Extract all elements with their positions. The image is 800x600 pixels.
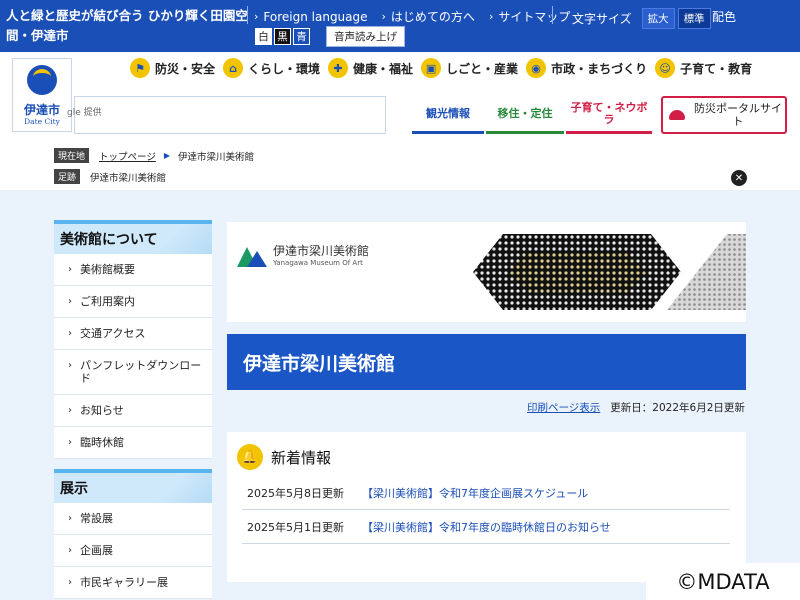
- footprint-item[interactable]: 伊達市梁川美術館: [90, 170, 166, 184]
- sidebar-item-special[interactable]: › 企画展: [54, 535, 212, 567]
- breadcrumb-area: 現在地 トップページ ▶ 伊達市梁川美術館 足跡 伊達市梁川美術館 ✕: [0, 142, 800, 190]
- flag-icon: ⚑: [130, 58, 150, 78]
- search-input[interactable]: [75, 97, 385, 133]
- page-title: 伊達市梁川美術館: [227, 334, 746, 390]
- chevron-right-icon: ›: [68, 264, 72, 275]
- divider: [247, 6, 248, 24]
- health-icon: ✚: [328, 58, 349, 78]
- page-meta: 印刷ページ表示 更新日：2022年6月2日更新: [527, 400, 745, 415]
- font-size-label: 文字サイズ: [572, 12, 632, 26]
- news-title: 新着情報: [271, 448, 332, 467]
- sidebar-item-pamphlet[interactable]: › パンフレットダウンロード: [54, 350, 212, 395]
- color-black-button[interactable]: 黒: [274, 28, 291, 45]
- text-to-speech-button[interactable]: 音声読み上げ: [326, 26, 405, 47]
- relocation-link[interactable]: 移住・定住: [486, 96, 564, 134]
- font-size-control: 文字サイズ 拡大 標準: [572, 8, 711, 29]
- sidebar-item-overview[interactable]: › 美術館概要: [54, 254, 212, 286]
- footprint-tag: 足跡: [54, 169, 81, 184]
- breadcrumb: 現在地 トップページ ▶ 伊達市梁川美術館: [54, 148, 254, 163]
- child-icon: ☺: [655, 58, 676, 78]
- chevron-right-icon: ›: [381, 10, 386, 23]
- sidebar-item-permanent[interactable]: › 常設展: [54, 503, 212, 535]
- chevron-right-icon: ›: [68, 405, 72, 416]
- close-icon[interactable]: ✕: [731, 170, 747, 186]
- chevron-right-icon: ›: [68, 437, 72, 448]
- news-item: 2025年5月8日更新 【梁川美術館】令和7年度企画展スケジュール: [242, 476, 730, 510]
- breadcrumb-current: 伊達市梁川美術館: [177, 151, 254, 163]
- nav-disaster-safety[interactable]: ⚑ 防災・安全: [130, 58, 215, 78]
- site-header: 伊達市 Date City ⚑ 防災・安全 ⌂ くらし・環境 ✚ 健康・福祉 ▣ しごと…: [0, 52, 800, 142]
- sidebar-item-news[interactable]: › お知らせ: [54, 395, 212, 427]
- chevron-right-icon: ›: [68, 577, 72, 588]
- sidebar-item-access[interactable]: › 交通アクセス: [54, 318, 212, 350]
- bell-icon: 🔔: [237, 444, 263, 470]
- color-scheme-options: 白 黒 青: [255, 28, 312, 45]
- watermark-credit: ©MDATA: [646, 563, 800, 600]
- childcare-neuvola-link[interactable]: 子育て・ネウボラ: [566, 96, 652, 134]
- color-blue-button[interactable]: 青: [293, 28, 310, 45]
- sidebar-exhibits-title: 展示: [54, 469, 212, 503]
- sidebar-item-guide[interactable]: › ご利用案内: [54, 286, 212, 318]
- nav-living-environment[interactable]: ⌂ くらし・環境: [223, 58, 320, 78]
- siren-icon: [669, 110, 685, 120]
- news-link[interactable]: 【梁川美術館】令和7年度企画展スケジュール: [362, 485, 588, 501]
- site-search[interactable]: gle 提供: [67, 96, 386, 134]
- chevron-right-icon: ›: [68, 296, 72, 307]
- sitemap-link[interactable]: › サイトマップ: [489, 8, 570, 25]
- top-bar: 人と緑と歴史が結び合う ひかり輝く田園空間・伊達市 › Foreign langu…: [0, 0, 800, 52]
- print-page-link[interactable]: 印刷ページ表示: [527, 400, 600, 415]
- news-item: 2025年5月1日更新 【梁川美術館】令和7年度の臨時休館日のお知らせ: [242, 510, 730, 544]
- color-scheme-label: 配色: [712, 10, 737, 24]
- news-date: 2025年5月8日更新: [247, 486, 344, 500]
- sidebar-item-closure[interactable]: › 臨時休館: [54, 427, 212, 459]
- sidebar-item-citizen-gallery[interactable]: › 市民ギャラリー展: [54, 567, 212, 599]
- briefcase-icon: ▣: [421, 58, 442, 78]
- font-size-standard-button[interactable]: 標準: [677, 8, 711, 29]
- footprint-trail: 足跡 伊達市梁川美術館: [54, 169, 166, 184]
- disaster-portal-link[interactable]: 防災ポータルサイト: [661, 96, 787, 134]
- sidebar-about-title: 美術館について: [54, 220, 212, 254]
- site-tagline: 人と緑と歴史が結び合う ひかり輝く田園空間・伊達市: [6, 8, 248, 43]
- chevron-right-icon: ›: [488, 10, 494, 23]
- updated-date: 更新日：2022年6月2日更新: [610, 402, 745, 414]
- news-section: 🔔 新着情報 2025年5月8日更新 【梁川美術館】令和7年度企画展スケジュール…: [227, 432, 746, 582]
- sidebar-exhibits: 展示 › 常設展 › 企画展 › 市民ギャラリー展: [54, 469, 212, 599]
- foreign-language-link[interactable]: › Foreign language: [254, 10, 368, 24]
- divider: [552, 6, 553, 24]
- first-time-link[interactable]: › はじめての方へ: [382, 8, 475, 25]
- nav-city-government[interactable]: ◉ 市政・まちづくり: [526, 58, 647, 78]
- triangle-right-icon: ▶: [163, 151, 170, 160]
- home-icon: ⌂: [223, 58, 244, 78]
- font-size-large-button[interactable]: 拡大: [641, 8, 675, 29]
- global-nav: ⚑ 防災・安全 ⌂ くらし・環境 ✚ 健康・福祉 ▣ しごと・産業 ◉ 市政・まちづくり …: [130, 58, 760, 78]
- news-date: 2025年5月1日更新: [247, 520, 344, 534]
- city-icon: ◉: [526, 58, 547, 78]
- dotted-artwork-image: [473, 234, 746, 310]
- chevron-right-icon: ›: [68, 360, 72, 371]
- current-location-tag: 現在地: [54, 148, 90, 163]
- chevron-right-icon: ›: [68, 513, 72, 524]
- chevron-right-icon: ›: [254, 10, 259, 23]
- city-logo[interactable]: 伊達市 Date City: [12, 58, 72, 132]
- nav-childcare-education[interactable]: ☺ 子育て・教育: [655, 58, 752, 78]
- breadcrumb-home-link[interactable]: トップページ: [99, 149, 156, 163]
- chevron-right-icon: ›: [68, 545, 72, 556]
- top-links: › Foreign language › はじめての方へ › サイトマップ: [254, 8, 584, 25]
- tourism-link[interactable]: 観光情報: [412, 96, 484, 134]
- city-emblem-icon: [27, 65, 57, 95]
- nav-work-industry[interactable]: ▣ しごと・産業: [421, 58, 518, 78]
- news-link[interactable]: 【梁川美術館】令和7年度の臨時休館日のお知らせ: [362, 519, 611, 535]
- chevron-right-icon: ›: [68, 328, 72, 339]
- color-white-button[interactable]: 白: [255, 28, 272, 45]
- nav-health-welfare[interactable]: ✚ 健康・福祉: [328, 58, 413, 78]
- news-header: 🔔 新着情報: [237, 444, 331, 470]
- museum-banner: 伊達市梁川美術館 Yanagawa Museum Of Art: [227, 222, 746, 322]
- sidebar-about: 美術館について › 美術館概要 › ご利用案内 › 交通アクセス › パンフレットダウン…: [54, 220, 212, 459]
